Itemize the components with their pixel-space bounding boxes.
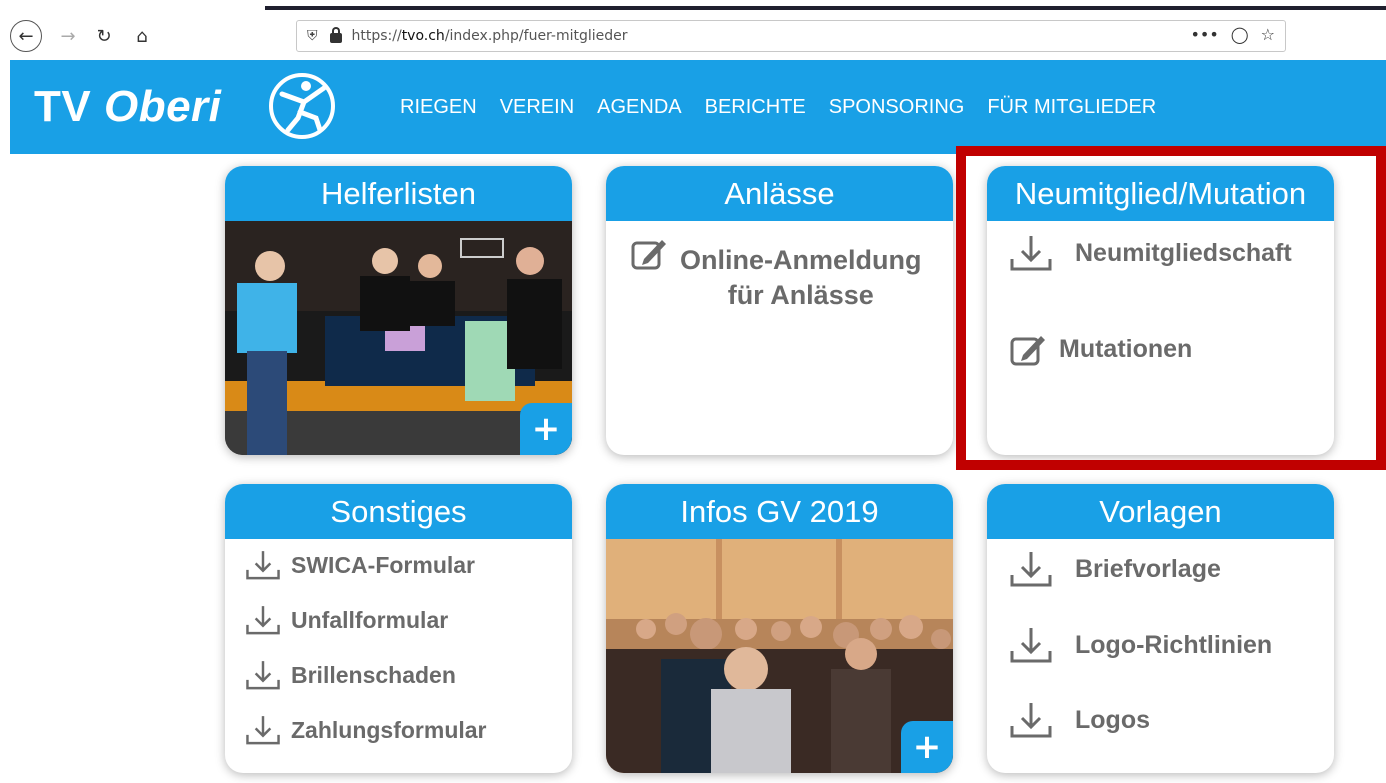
brillenschaden-link[interactable]: Brillenschaden [245,657,456,693]
online-anmeldung-link[interactable]: Online-Anmeldung für Anlässe [680,245,921,311]
site-logo[interactable]: TV Oberi [34,82,221,132]
site-header: TV Oberi RIEGEN VEREIN AGENDA BERICHTE S… [10,60,1386,154]
item-label: SWICA-Formular [291,551,475,578]
address-bar[interactable]: ⛨ https://tvo.ch/index.php/fuer-mitglied… [296,20,1286,52]
download-icon [246,606,280,635]
nav-riegen[interactable]: RIEGEN [400,96,477,119]
download-icon [1010,552,1052,587]
logos-link[interactable]: Logos [1009,700,1150,740]
url-domain: tvo.ch [401,28,445,44]
card-title: Anlässe [606,166,953,221]
gymnast-logo-icon[interactable] [268,72,336,140]
reload-icon[interactable]: ↻ [88,20,120,52]
nav-berichte[interactable]: BERICHTE [705,96,806,119]
bookmark-star-icon[interactable]: ☆ [1261,25,1275,44]
item-line2: für Anlässe [727,280,874,310]
tracking-shield-icon[interactable]: ⛨ [307,28,318,44]
url-text[interactable]: https://tvo.ch/index.php/fuer-mitglieder [352,28,628,44]
card-helferlisten[interactable]: Helferlisten + [225,166,572,455]
home-icon[interactable]: ⌂ [126,20,158,52]
briefvorlage-link[interactable]: Briefvorlage [1009,549,1221,589]
pocket-icon[interactable]: ◯ [1231,25,1249,44]
item-label: Brillenschaden [291,661,456,688]
card-title: Sonstiges [225,484,572,539]
item-label: Unfallformular [291,606,449,633]
expand-plus-button[interactable]: + [520,403,572,455]
tab-strip-line [265,6,1386,10]
swica-formular-link[interactable]: SWICA-Formular [245,547,475,583]
card-title: Infos GV 2019 [606,484,953,539]
item-label: Zahlungsformular [291,716,487,743]
card-title: Helferlisten [225,166,572,221]
download-icon [246,551,280,580]
main-nav: RIEGEN VEREIN AGENDA BERICHTE SPONSORING… [400,96,1156,119]
download-icon [1010,703,1052,738]
forward-arrow-icon[interactable]: → [52,20,84,52]
nav-verein[interactable]: VEREIN [500,96,574,119]
item-label: Briefvorlage [1075,554,1221,583]
card-vorlagen: Vorlagen Briefvorlage Logo-Richtlinien L… [987,484,1334,773]
page-actions-menu-icon[interactable]: ••• [1190,25,1218,44]
url-prefix: https:// [351,28,402,44]
card-infos-gv-2019[interactable]: Infos GV 2019 + [606,484,953,773]
highlight-annotation-box [956,146,1386,470]
url-actions: ••• ◯ ☆ [1190,25,1275,44]
logo-richtlinien-link[interactable]: Logo-Richtlinien [1009,625,1272,665]
download-icon [1010,628,1052,663]
card-sonstiges: Sonstiges SWICA-Formular Unfallformular … [225,484,572,773]
logo-oberi: Oberi [103,82,222,131]
edit-icon[interactable] [630,235,668,271]
item-label: Logos [1075,705,1150,734]
nav-agenda[interactable]: AGENDA [597,96,681,119]
download-icon [246,661,280,690]
item-label: Logo-Richtlinien [1075,630,1273,659]
card-title: Vorlagen [987,484,1334,539]
expand-plus-button[interactable]: + [901,721,953,773]
unfallformular-link[interactable]: Unfallformular [245,602,448,638]
browser-toolbar: ← → ↻ ⌂ ⛨ https://tvo.ch/index.php/fuer-… [0,0,1386,60]
zahlungsformular-link[interactable]: Zahlungsformular [245,712,487,748]
card-anlaesse: Anlässe Online-Anmeldung für Anlässe [606,166,953,455]
download-icon [246,716,280,745]
url-path: /index.php/fuer-mitglieder [444,28,628,44]
back-arrow-icon[interactable]: ← [10,20,42,52]
logo-tv: TV [34,82,92,131]
lock-icon[interactable] [329,27,342,43]
nav-fuer-mitglieder[interactable]: FÜR MITGLIEDER [987,96,1156,119]
nav-sponsoring[interactable]: SPONSORING [829,96,965,119]
item-line1: Online-Anmeldung [680,245,922,275]
